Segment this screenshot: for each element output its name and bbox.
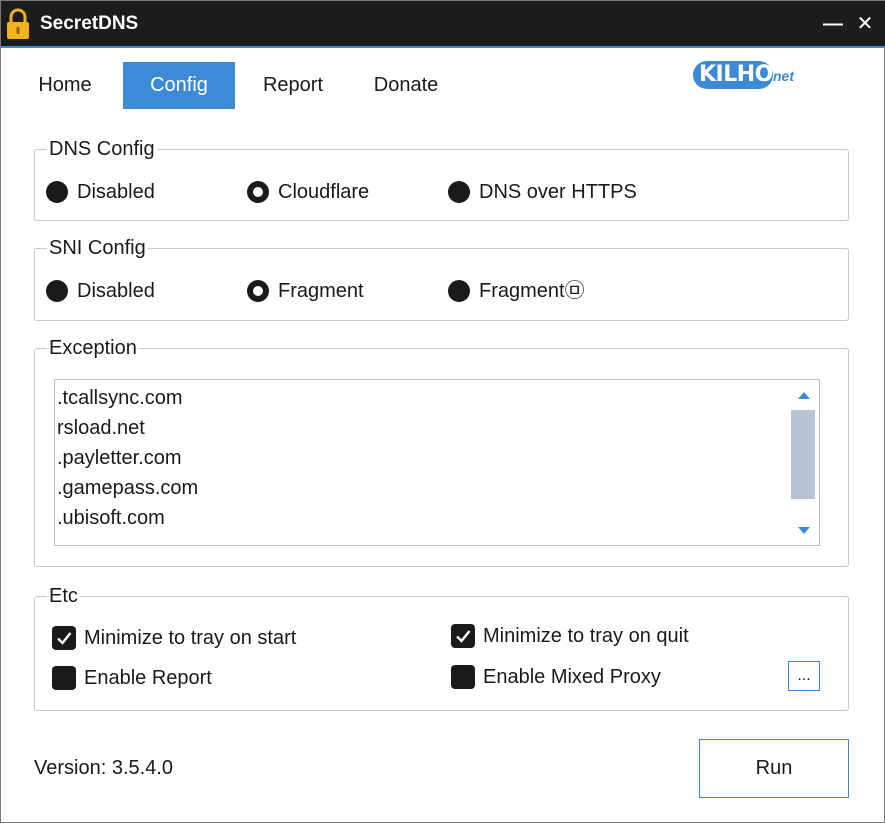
list-item[interactable]: .tcallsync.com xyxy=(57,383,183,413)
list-item[interactable]: .ubisoft.com xyxy=(57,503,165,533)
radio-label: Disabled xyxy=(77,181,155,203)
radio-label: Fragment㉤ xyxy=(479,280,585,302)
etc-title: Etc xyxy=(47,583,80,609)
radio-indicator xyxy=(448,181,470,203)
radio-indicator xyxy=(46,280,68,302)
checkbox-indicator xyxy=(52,626,76,650)
list-item[interactable]: .payletter.com xyxy=(57,443,182,473)
proxy-settings-button[interactable]: ... xyxy=(788,661,820,691)
logo-suffix-text: net xyxy=(773,68,794,84)
scroll-up-arrow-icon[interactable] xyxy=(798,392,810,399)
radio-indicator xyxy=(247,181,269,203)
checkbox-label: Enable Mixed Proxy xyxy=(483,666,661,688)
scroll-down-arrow-icon[interactable] xyxy=(798,527,810,534)
checkbox-indicator xyxy=(52,666,76,690)
checkbox-label: Enable Report xyxy=(84,667,212,689)
scroll-thumb[interactable] xyxy=(791,410,815,499)
kilho-logo[interactable]: KILHO net xyxy=(693,59,803,93)
etc-group: Etc Minimize to tray on start Minimize t… xyxy=(34,583,849,711)
radio-indicator xyxy=(247,280,269,302)
dns-config-title: DNS Config xyxy=(47,136,157,162)
app-title: SecretDNS xyxy=(40,13,139,34)
run-button[interactable]: Run xyxy=(699,739,849,798)
sni-config-group: SNI Config Disabled Fragment Fragment㉤ xyxy=(34,235,849,321)
exception-list[interactable]: .tcallsync.com rsload.net .payletter.com… xyxy=(54,379,820,546)
close-button[interactable]: ✕ xyxy=(851,9,879,39)
app-window: SecretDNS — ✕ Home Config Report Donate … xyxy=(0,0,885,823)
version-label: Version: 3.5.4.0 xyxy=(34,757,173,779)
checkmark-icon xyxy=(456,630,471,643)
lock-icon xyxy=(7,8,29,39)
exception-group: Exception .tcallsync.com rsload.net .pay… xyxy=(34,335,849,567)
logo-main-text: KILHO xyxy=(699,62,773,87)
checkbox-indicator xyxy=(451,665,475,689)
radio-label: Fragment xyxy=(278,280,364,302)
tab-home[interactable]: Home xyxy=(23,62,107,109)
title-bar[interactable]: SecretDNS — ✕ xyxy=(1,1,885,48)
radio-indicator xyxy=(46,181,68,203)
checkbox-label: Minimize to tray on quit xyxy=(483,625,689,647)
scrollbar[interactable] xyxy=(791,382,817,543)
minimize-button[interactable]: — xyxy=(819,9,847,39)
radio-label: DNS over HTTPS xyxy=(479,181,637,203)
list-item[interactable]: rsload.net xyxy=(57,413,145,443)
tab-donate[interactable]: Donate xyxy=(359,62,453,109)
checkbox-indicator xyxy=(451,624,475,648)
list-item[interactable]: .gamepass.com xyxy=(57,473,198,503)
tab-report[interactable]: Report xyxy=(247,62,339,109)
tab-config[interactable]: Config xyxy=(123,62,235,109)
exception-title: Exception xyxy=(47,335,139,361)
sni-config-title: SNI Config xyxy=(47,235,148,261)
dns-config-group: DNS Config Disabled Cloudflare DNS over … xyxy=(34,136,849,221)
radio-indicator xyxy=(448,280,470,302)
radio-label: Disabled xyxy=(77,280,155,302)
checkbox-label: Minimize to tray on start xyxy=(84,627,297,649)
checkmark-icon xyxy=(57,632,72,645)
radio-label: Cloudflare xyxy=(278,181,370,203)
